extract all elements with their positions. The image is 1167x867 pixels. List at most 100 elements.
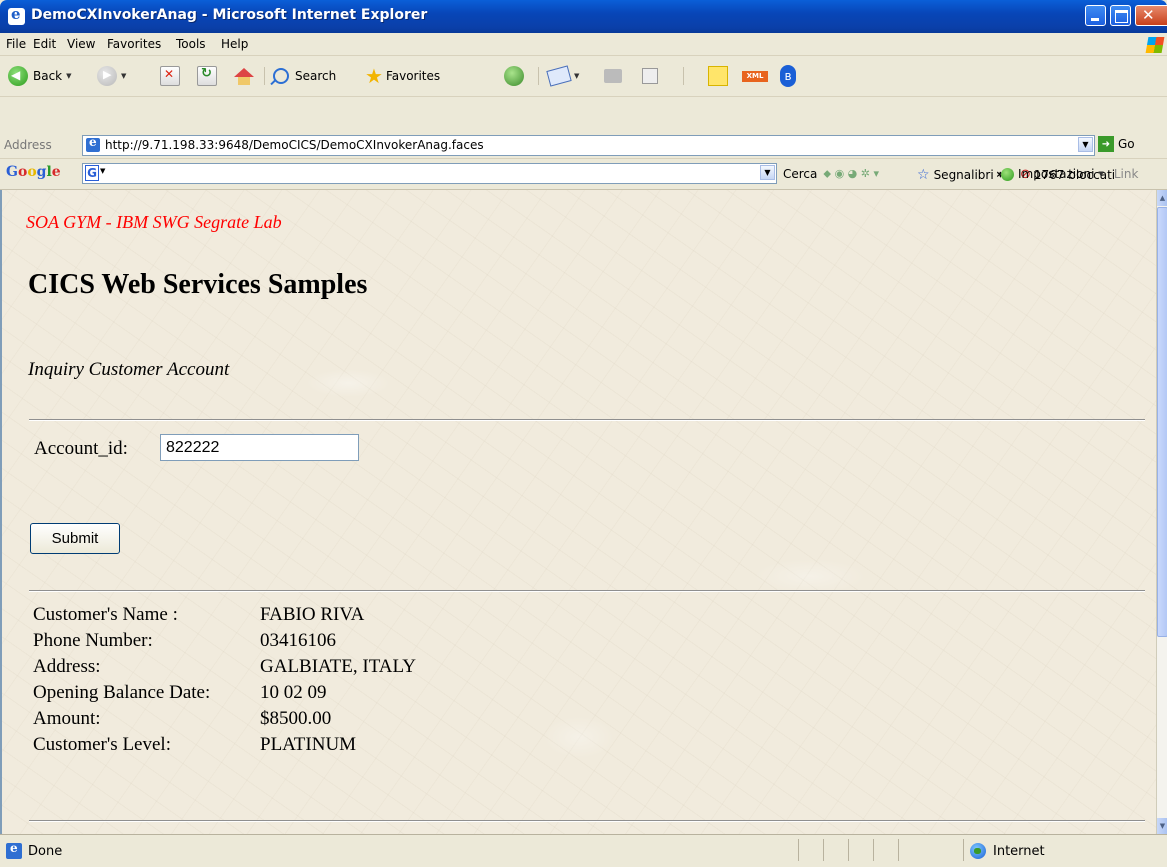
chevron-down-icon: ▼ [121, 72, 127, 80]
scroll-down-button[interactable]: ▼ [1157, 818, 1167, 834]
maximize-button[interactable] [1110, 5, 1131, 26]
address-bar: Address http://9.71.198.33:9648/DemoCICS… [0, 133, 1167, 159]
go-button[interactable]: ➜ Go [1098, 136, 1135, 152]
menu-bar: File Edit View Favorites Tools Help [0, 33, 1167, 56]
settings-label[interactable]: Impostazioni [1018, 167, 1094, 181]
go-arrow-icon: ➜ [1098, 136, 1114, 152]
menu-help[interactable]: Help [221, 37, 248, 51]
phone-value: 03416106 [260, 630, 336, 651]
forward-button[interactable]: ▼ [97, 65, 126, 87]
customer-name-value: FABIO RIVA [260, 604, 365, 625]
divider [29, 419, 1145, 421]
status-divider [798, 839, 799, 861]
refresh-button[interactable] [197, 65, 217, 87]
xml-button[interactable]: XML [742, 65, 768, 87]
home-icon [234, 67, 254, 85]
back-button[interactable]: Back ▼ [8, 65, 72, 87]
page-title: CICS Web Services Samples [28, 269, 368, 300]
stop-button[interactable] [160, 65, 180, 87]
go-label: Go [1118, 137, 1135, 151]
internet-zone-icon [970, 843, 986, 859]
bookmarks-label: Segnalibri [933, 168, 994, 182]
favorites-label: Favorites [385, 69, 441, 83]
page-subtitle: Inquiry Customer Account [28, 359, 230, 380]
forward-arrow-icon [97, 66, 117, 86]
title-bar[interactable]: DemoCXInvokerAnag - Microsoft Internet E… [0, 0, 1167, 33]
notes-button[interactable] [708, 65, 728, 87]
opening-date-value: 10 02 09 [260, 682, 327, 703]
customer-level-label: Customer's Level: [33, 734, 171, 755]
google-search-label: Cerca [783, 167, 818, 181]
address-label: Address: [33, 656, 101, 677]
google-search-dropdown[interactable]: ▼ [760, 165, 775, 180]
customer-level-value: PLATINUM [260, 734, 357, 755]
menu-view[interactable]: View [67, 37, 95, 51]
submit-button[interactable]: Submit [30, 523, 120, 554]
status-divider [823, 839, 824, 861]
toolbar-divider [683, 67, 684, 85]
chevron-down-icon: ▼ [100, 167, 106, 175]
mail-button[interactable]: ▼ [546, 65, 580, 87]
back-label: Back [33, 69, 63, 83]
minimize-button[interactable] [1085, 5, 1106, 26]
page-icon [86, 135, 100, 152]
back-arrow-icon [8, 66, 28, 86]
star-icon: ★ [365, 64, 383, 88]
edit-page-icon [642, 68, 658, 84]
bookmarks-button[interactable]: ☆ Segnalibri ▼ [917, 167, 1003, 183]
chevron-down-icon: ▼ [66, 72, 72, 80]
menu-edit[interactable]: Edit [33, 37, 56, 51]
printer-icon [604, 69, 622, 83]
google-logo-letter: e [51, 164, 61, 180]
close-button[interactable] [1135, 5, 1167, 26]
status-divider [898, 839, 899, 861]
google-search-button[interactable]: Cerca ⬥ ◉ ◕ ✲ ▾ [783, 167, 879, 181]
google-search-input[interactable]: G ▼ ▼ [82, 163, 777, 184]
menu-tools[interactable]: Tools [176, 37, 206, 51]
sticky-note-icon [708, 66, 728, 86]
search-icon [273, 68, 289, 84]
google-toolbar: Google G ▼ ▼ Cerca ⬥ ◉ ◕ ✲ ▾ ☆ Segnalibr… [0, 159, 1167, 190]
status-text: Done [28, 844, 63, 859]
search-label: Search [295, 69, 337, 83]
customer-name-label: Customer's Name : [33, 604, 178, 625]
scroll-thumb[interactable] [1157, 207, 1167, 637]
stop-icon [160, 66, 180, 86]
google-logo-letter: g [36, 164, 47, 180]
edit-button[interactable] [642, 65, 658, 87]
chevron-down-icon: ▼ [574, 72, 580, 80]
print-button[interactable] [604, 65, 622, 87]
address-input[interactable]: http://9.71.198.33:9648/DemoCICS/DemoCXI… [82, 135, 1095, 156]
star-outline-icon: ☆ [917, 167, 930, 183]
favorites-button[interactable]: ★ Favorites [365, 64, 441, 88]
mail-icon [546, 65, 572, 87]
google-logo-letter: G [6, 164, 18, 180]
address-value: GALBIATE, ITALY [260, 656, 416, 677]
menu-favorites[interactable]: Favorites [107, 37, 161, 51]
google-logo-letter: o [27, 164, 37, 180]
menu-file[interactable]: File [6, 37, 26, 51]
bluetooth-button[interactable]: ʙ [780, 65, 796, 87]
divider [29, 820, 1145, 822]
account-id-input[interactable] [160, 434, 359, 461]
lab-title: SOA GYM - IBM SWG Segrate Lab [26, 212, 282, 232]
links-label[interactable]: Link [1114, 167, 1139, 181]
google-g-icon[interactable]: G [85, 165, 99, 181]
vertical-scrollbar[interactable]: ▲ ▼ [1156, 190, 1167, 834]
settings-status-icon [1001, 167, 1014, 181]
toolbar-divider [264, 67, 265, 85]
status-divider [848, 839, 849, 861]
home-button[interactable] [234, 65, 254, 87]
page-icon [6, 841, 22, 859]
search-button[interactable]: Search [273, 65, 336, 87]
history-button[interactable] [504, 65, 524, 87]
security-zone-label: Internet [993, 844, 1045, 859]
google-logo[interactable]: Google [6, 164, 61, 180]
toolbar-divider [538, 67, 539, 85]
account-id-label: Account_id: [34, 438, 128, 459]
ie-icon [8, 5, 25, 25]
address-dropdown-button[interactable]: ▼ [1078, 137, 1093, 152]
google-settings-area: Impostazioni ▼ Link [1001, 167, 1167, 181]
google-tools-icons: ⬥ ◉ ◕ ✲ ▾ [823, 167, 880, 180]
scroll-up-button[interactable]: ▲ [1157, 190, 1167, 206]
